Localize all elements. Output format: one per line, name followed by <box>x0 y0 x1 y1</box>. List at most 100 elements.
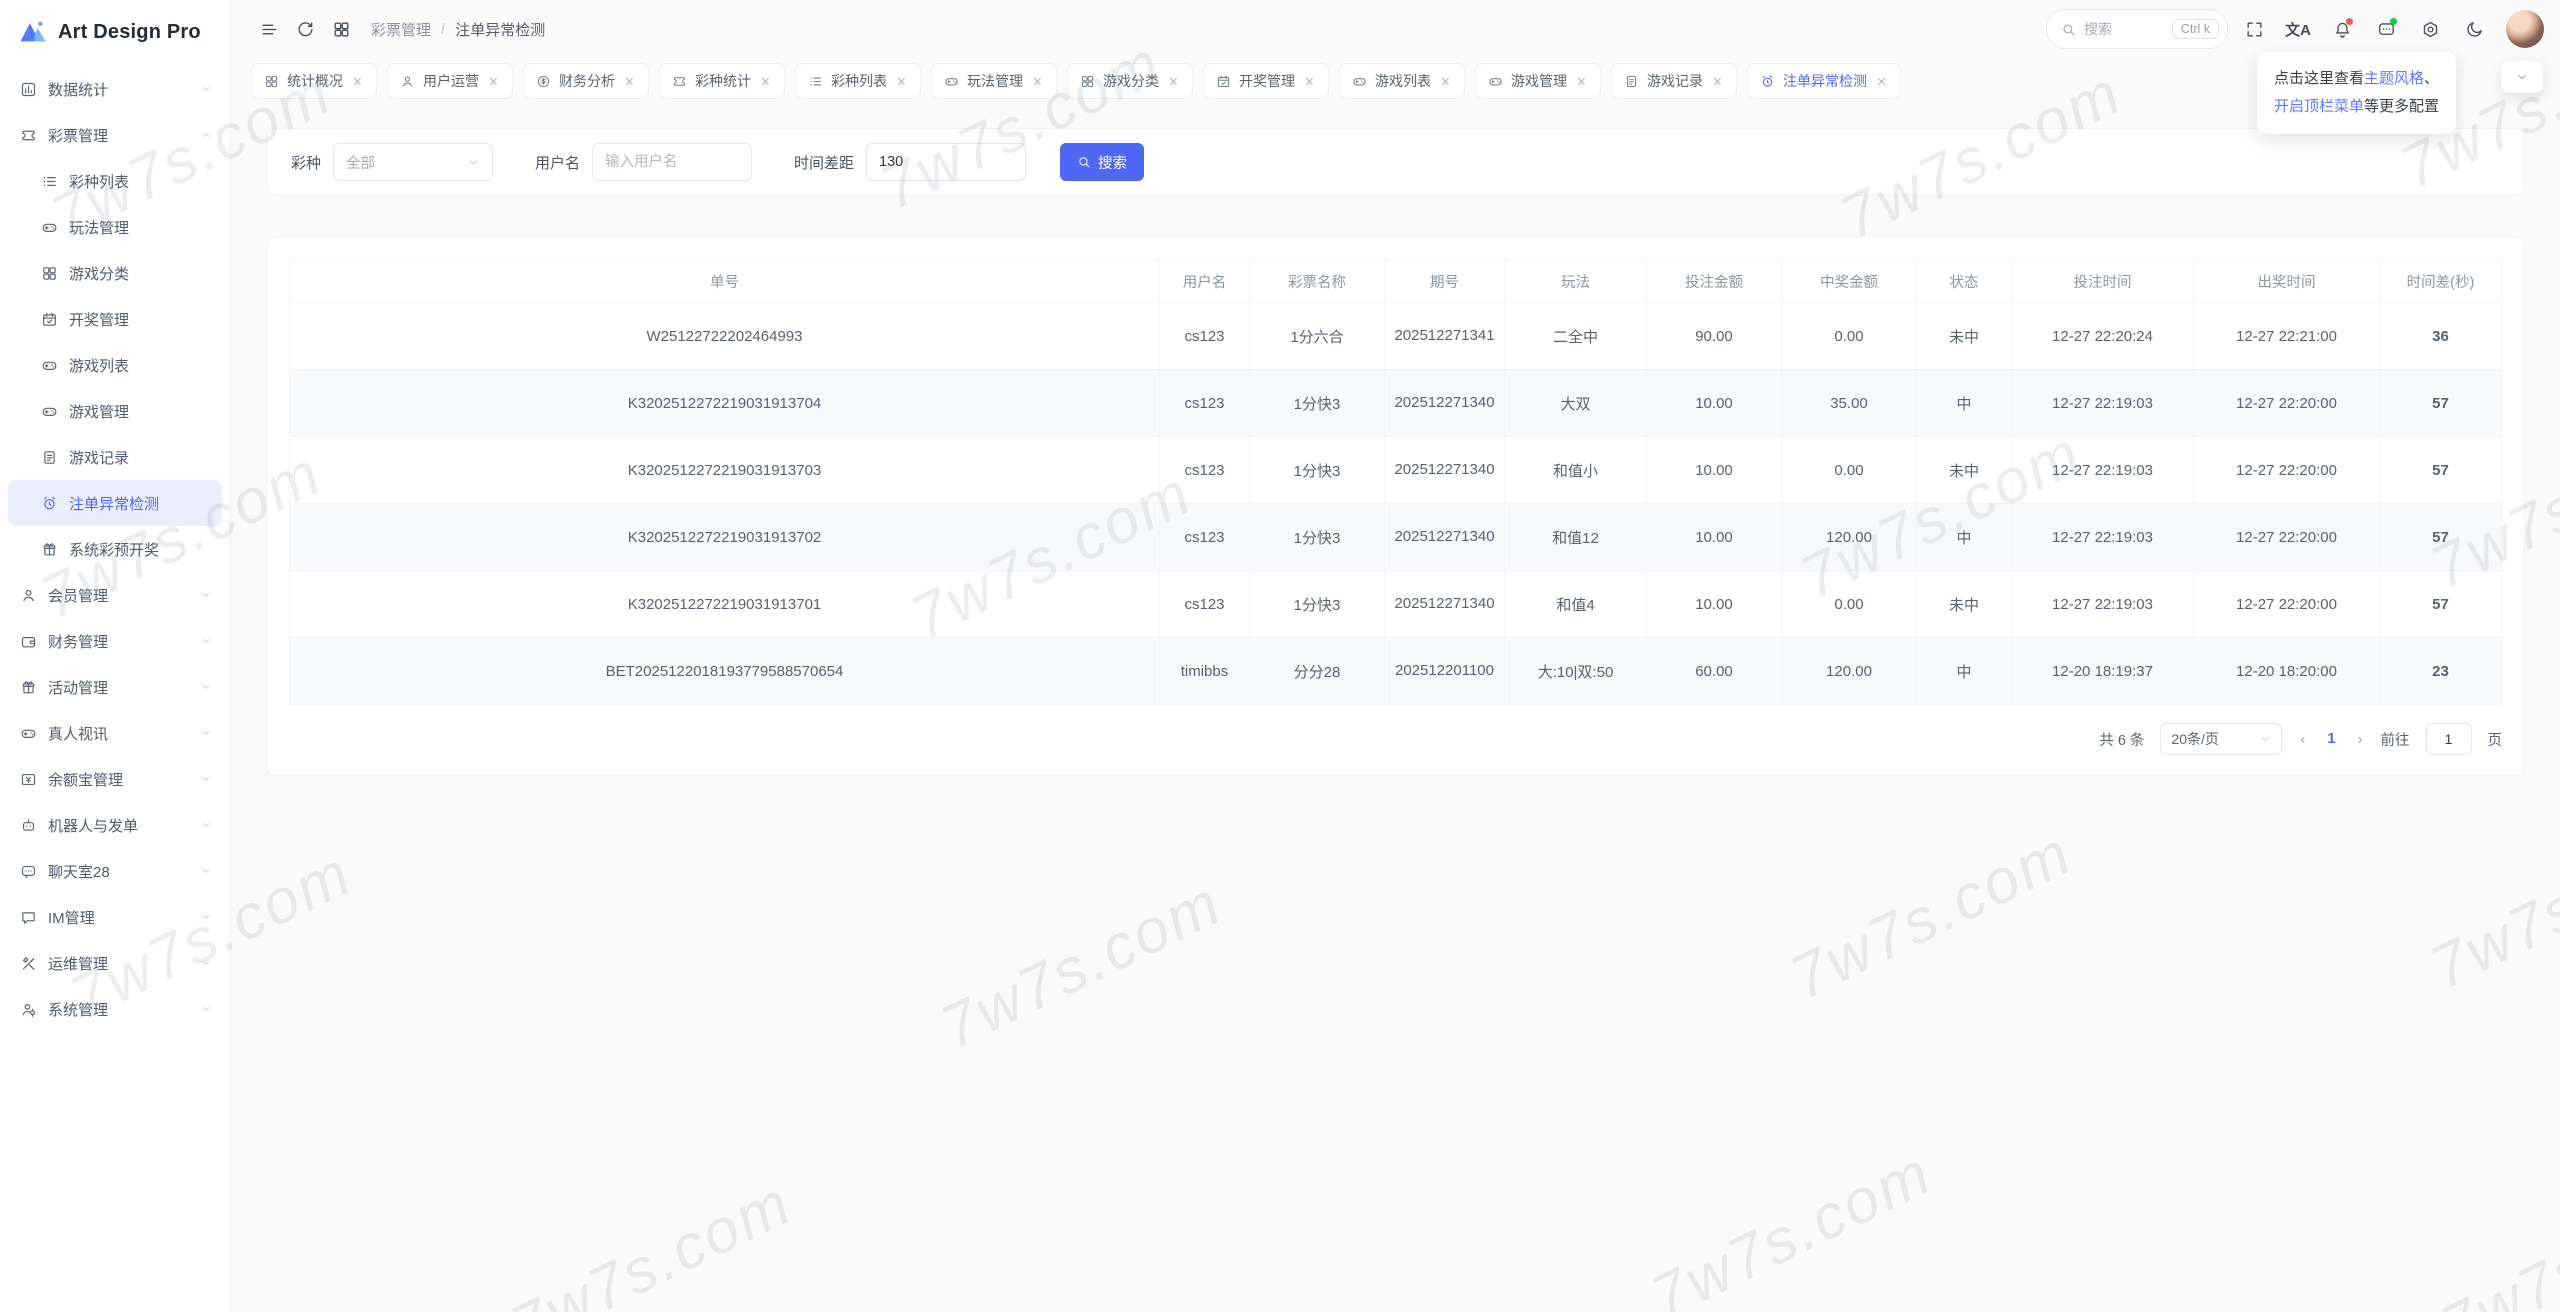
goto-page-input[interactable] <box>2426 723 2472 755</box>
tab-close-icon[interactable] <box>1575 75 1588 88</box>
tab[interactable]: 注单异常检测 <box>1747 63 1901 99</box>
collapse-sidebar-icon[interactable] <box>251 11 287 47</box>
tab-label: 彩种统计 <box>695 71 751 91</box>
cell-win-amount: 0.00 <box>1782 303 1917 370</box>
theme-style-link[interactable]: 主题风格 <box>2364 70 2424 87</box>
tab-close-icon[interactable] <box>1439 75 1452 88</box>
cell-issue-no: 202512271340 <box>1385 504 1505 571</box>
page-size-select[interactable]: 20条/页 <box>2160 723 2282 755</box>
cell-win-amount: 0.00 <box>1782 571 1917 638</box>
sidebar-menu-item[interactable]: 开奖管理 <box>8 296 222 342</box>
cell-issue-no: 202512271340 <box>1385 437 1505 504</box>
timediff-input[interactable] <box>866 143 1026 181</box>
sidebar-menu-item[interactable]: 系统管理 <box>8 986 222 1032</box>
tab-close-icon[interactable] <box>1303 75 1316 88</box>
tab-icon <box>536 74 551 89</box>
column-header: 投注时间 <box>2012 260 2194 303</box>
sidebar-menu-item[interactable]: 系统彩预开奖 <box>8 526 222 572</box>
prev-page-arrow[interactable]: ‹ <box>2298 731 2307 748</box>
column-header: 玩法 <box>1505 260 1647 303</box>
tab[interactable]: 玩法管理 <box>931 63 1057 99</box>
cell-draw-time: 12-27 22:21:00 <box>2194 303 2380 370</box>
tab-close-icon[interactable] <box>351 75 364 88</box>
tab-label: 游戏列表 <box>1375 71 1431 91</box>
chevron-down-icon <box>200 727 212 739</box>
tab[interactable]: 游戏记录 <box>1611 63 1737 99</box>
sidebar-menu-item[interactable]: 真人视讯 <box>8 710 222 756</box>
tab[interactable]: 财务分析 <box>523 63 649 99</box>
table-body: W25122722202464993 cs123 1分六合 2025122713… <box>290 303 2502 705</box>
notifications-bell-icon[interactable] <box>2324 11 2360 47</box>
cell-win-amount: 0.00 <box>1782 437 1917 504</box>
menu-item-icon <box>20 955 37 972</box>
sidebar-menu-item[interactable]: 活动管理 <box>8 664 222 710</box>
tab-close-icon[interactable] <box>759 75 772 88</box>
current-page-number[interactable]: 1 <box>2323 731 2339 747</box>
settings-gear-icon[interactable] <box>2412 11 2448 47</box>
tab-close-icon[interactable] <box>1031 75 1044 88</box>
filter-card: 彩种 全部 用户名 时间差距 搜索 <box>266 128 2525 196</box>
menu-item-label: 游戏分类 <box>69 263 129 284</box>
cell-lottery-name: 1分快3 <box>1250 437 1385 504</box>
sidebar-menu-item[interactable]: 机器人与发单 <box>8 802 222 848</box>
cell-time-diff: 23 <box>2380 638 2502 705</box>
menu-item-label: 系统彩预开奖 <box>69 539 159 560</box>
tab[interactable]: 游戏管理 <box>1475 63 1601 99</box>
sidebar-menu-item[interactable]: IM管理 <box>8 894 222 940</box>
tab-close-icon[interactable] <box>487 75 500 88</box>
tab[interactable]: 游戏分类 <box>1067 63 1193 99</box>
next-page-arrow[interactable]: › <box>2356 731 2365 748</box>
sidebar-menu-item[interactable]: 游戏分类 <box>8 250 222 296</box>
translate-icon[interactable]: 文A <box>2280 11 2316 47</box>
lottery-select[interactable]: 全部 <box>333 143 493 181</box>
search-button[interactable]: 搜索 <box>1060 143 1144 181</box>
username-input[interactable] <box>592 143 752 181</box>
sidebar-menu-item[interactable]: 运维管理 <box>8 940 222 986</box>
tab-close-icon[interactable] <box>895 75 908 88</box>
sidebar-menu-item[interactable]: 会员管理 <box>8 572 222 618</box>
tab[interactable]: 彩种统计 <box>659 63 785 99</box>
tab[interactable]: 统计概况 <box>251 63 377 99</box>
chat-icon[interactable] <box>2368 11 2404 47</box>
chevron-down-icon <box>200 819 212 831</box>
sidebar-menu-item[interactable]: 数据统计 <box>8 66 222 112</box>
sidebar-menu-item[interactable]: 余额宝管理 <box>8 756 222 802</box>
tab-close-icon[interactable] <box>623 75 636 88</box>
refresh-icon[interactable] <box>287 11 323 47</box>
user-avatar[interactable] <box>2506 10 2544 48</box>
avatar-chevron-button[interactable] <box>2501 61 2543 93</box>
apps-grid-icon[interactable] <box>323 11 359 47</box>
menu-item-icon <box>20 81 37 98</box>
menu-item-label: 游戏记录 <box>69 447 129 468</box>
tab-close-icon[interactable] <box>1875 75 1888 88</box>
tab-close-icon[interactable] <box>1167 75 1180 88</box>
search-shortcut-badge: Ctrl k <box>2172 19 2219 39</box>
tab[interactable]: 彩种列表 <box>795 63 921 99</box>
cell-bet-amount: 10.00 <box>1647 571 1782 638</box>
tab[interactable]: 开奖管理 <box>1203 63 1329 99</box>
sidebar-menu-item[interactable]: 玩法管理 <box>8 204 222 250</box>
cell-draw-time: 12-27 22:20:00 <box>2194 504 2380 571</box>
sidebar-menu-item[interactable]: 彩票管理 <box>8 112 222 158</box>
dark-mode-moon-icon[interactable] <box>2456 11 2492 47</box>
tab-icon <box>808 74 823 89</box>
tab[interactable]: 游戏列表 <box>1339 63 1465 99</box>
global-search-input[interactable]: 搜索 Ctrl k <box>2046 9 2228 49</box>
sidebar: Art Design Pro 数据统计 彩票管理 彩种列表 玩法管理 游戏分类 … <box>0 0 231 1312</box>
sidebar-menu-item[interactable]: 游戏管理 <box>8 388 222 434</box>
sidebar-menu-item[interactable]: 游戏记录 <box>8 434 222 480</box>
logo[interactable]: Art Design Pro <box>0 0 230 64</box>
sidebar-menu-item[interactable]: 聊天室28 <box>8 848 222 894</box>
tab[interactable]: 用户运营 <box>387 63 513 99</box>
tab-close-icon[interactable] <box>1711 75 1724 88</box>
topbar-actions: 搜索 Ctrl k 文A <box>2046 9 2544 49</box>
tab-label: 开奖管理 <box>1239 71 1295 91</box>
sidebar-menu-item[interactable]: 注单异常检测 <box>8 480 222 526</box>
breadcrumb-parent[interactable]: 彩票管理 <box>371 19 431 40</box>
sidebar-menu-item[interactable]: 财务管理 <box>8 618 222 664</box>
tab-label: 游戏管理 <box>1511 71 1567 91</box>
top-menu-link[interactable]: 开启顶栏菜单 <box>2274 98 2364 115</box>
fullscreen-icon[interactable] <box>2236 11 2272 47</box>
sidebar-menu-item[interactable]: 游戏列表 <box>8 342 222 388</box>
sidebar-menu-item[interactable]: 彩种列表 <box>8 158 222 204</box>
